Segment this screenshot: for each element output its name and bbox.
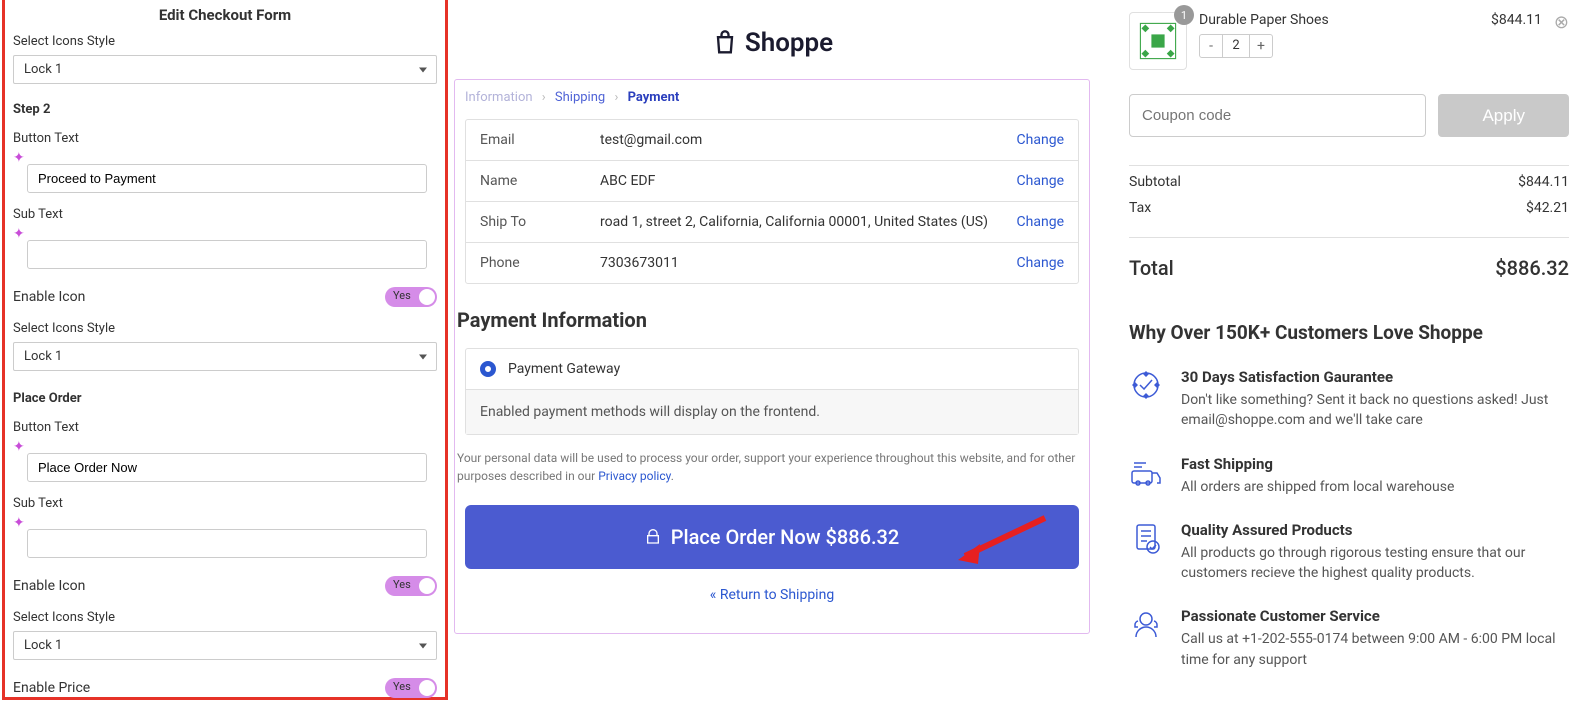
cart-panel: 1 Durable Paper Shoes - 2 + $844.11 ⊗ Ap… xyxy=(1129,12,1569,670)
coupon-input[interactable] xyxy=(1129,94,1426,137)
enable-icon-toggle[interactable]: Yes xyxy=(385,287,437,307)
benefit-heading: 30 Days Satisfaction Gaurantee xyxy=(1181,368,1569,386)
enable-icon-label: Enable Icon xyxy=(13,289,85,305)
benefit-icon xyxy=(1129,607,1163,645)
sparkle-icon: ✦ xyxy=(13,439,25,455)
benefit-item: Passionate Customer Service Call us at +1… xyxy=(1129,607,1569,670)
chevron-down-icon xyxy=(419,643,427,648)
bc-information[interactable]: Information xyxy=(465,90,533,105)
select-value: Lock 1 xyxy=(13,342,437,371)
sparkle-icon: ✦ xyxy=(13,150,25,166)
cart-item-name: Durable Paper Shoes xyxy=(1199,12,1479,28)
sub-text-label-2: Sub Text xyxy=(13,496,437,511)
button-text-label: Button Text xyxy=(13,131,437,146)
privacy-link[interactable]: Privacy policy xyxy=(598,469,671,483)
select-icons-label: Select Icons Style xyxy=(13,34,437,49)
qty-plus-button[interactable]: + xyxy=(1250,35,1272,57)
enable-price-label: Enable Price xyxy=(13,680,90,696)
benefit-heading: Quality Assured Products xyxy=(1181,521,1569,539)
summary-row-name: Name ABC EDF Change xyxy=(466,161,1078,202)
cart-item-price: $844.11 xyxy=(1491,12,1542,28)
select-icons-3[interactable]: Lock 1 xyxy=(13,631,437,660)
payment-heading: Payment Information xyxy=(457,308,1089,332)
apply-coupon-button[interactable]: Apply xyxy=(1438,94,1569,137)
place-button-text-input[interactable] xyxy=(27,453,427,482)
subtotal-value: $844.11 xyxy=(1518,174,1569,190)
remove-item-button[interactable]: ⊗ xyxy=(1554,12,1569,33)
brand-logo: Shoppe xyxy=(452,0,1092,79)
bc-shipping[interactable]: Shipping xyxy=(555,90,605,105)
enable-price-toggle[interactable]: Yes xyxy=(385,678,437,698)
step-2-label: Step 2 xyxy=(13,102,437,117)
edit-checkout-panel: Edit Checkout Form Select Icons Style Lo… xyxy=(2,0,448,700)
qty-badge: 1 xyxy=(1174,5,1194,25)
subtotal-label: Subtotal xyxy=(1129,174,1181,190)
chevron-down-icon xyxy=(419,67,427,72)
benefit-desc: All orders are shipped from local wareho… xyxy=(1181,477,1454,497)
qty-stepper: - 2 + xyxy=(1199,34,1273,58)
summary-table: Email test@gmail.com Change Name ABC EDF… xyxy=(465,119,1079,284)
select-value: Lock 1 xyxy=(13,55,437,84)
select-icons-2[interactable]: Lock 1 xyxy=(13,342,437,371)
change-ship[interactable]: Change xyxy=(1017,214,1064,230)
summary-row-ship: Ship To road 1, street 2, California, Ca… xyxy=(466,202,1078,243)
chevron-right-icon: › xyxy=(536,90,552,105)
select-icons-1[interactable]: Lock 1 xyxy=(13,55,437,84)
tax-value: $42.21 xyxy=(1526,200,1569,216)
payment-gateway-box: Payment Gateway Enabled payment methods … xyxy=(465,348,1079,435)
benefit-icon xyxy=(1129,455,1163,493)
sparkle-icon: ✦ xyxy=(13,515,25,531)
chevron-right-icon: › xyxy=(608,90,624,105)
privacy-text: Your personal data will be used to proce… xyxy=(455,435,1089,485)
benefit-desc: All products go through rigorous testing… xyxy=(1181,543,1569,584)
place-order-button[interactable]: Place Order Now $886.32 xyxy=(465,505,1079,569)
gateway-note: Enabled payment methods will display on … xyxy=(466,390,1078,434)
cart-item: 1 Durable Paper Shoes - 2 + $844.11 ⊗ xyxy=(1129,12,1569,70)
benefit-item: 30 Days Satisfaction Gaurantee Don't like… xyxy=(1129,368,1569,431)
why-love-heading: Why Over 150K+ Customers Love Shoppe xyxy=(1129,321,1569,344)
tax-label: Tax xyxy=(1129,200,1151,216)
sub-text-label: Sub Text xyxy=(13,207,437,222)
change-phone[interactable]: Change xyxy=(1017,255,1064,271)
benefit-item: Quality Assured Products All products go … xyxy=(1129,521,1569,584)
place-sub-text-input[interactable] xyxy=(27,529,427,558)
gateway-option[interactable]: Payment Gateway xyxy=(466,349,1078,390)
summary-row-email: Email test@gmail.com Change xyxy=(466,120,1078,161)
radio-icon xyxy=(480,361,496,377)
summary-row-phone: Phone 7303673011 Change xyxy=(466,243,1078,283)
button-text-label-2: Button Text xyxy=(13,420,437,435)
change-email[interactable]: Change xyxy=(1017,132,1064,148)
enable-icon-toggle-2[interactable]: Yes xyxy=(385,576,437,596)
breadcrumb: Information › Shipping › Payment xyxy=(455,80,1089,119)
chevron-down-icon xyxy=(419,354,427,359)
benefit-desc: Call us at +1-202-555-0174 between 9:00 … xyxy=(1181,629,1569,670)
lock-icon xyxy=(645,528,661,546)
qty-minus-button[interactable]: - xyxy=(1200,35,1222,57)
product-thumbnail: 1 xyxy=(1129,12,1187,70)
return-to-shipping-link[interactable]: « Return to Shipping xyxy=(455,587,1089,603)
benefit-icon xyxy=(1129,521,1163,559)
place-order-section-label: Place Order xyxy=(13,391,437,406)
benefit-heading: Fast Shipping xyxy=(1181,455,1454,473)
enable-icon-label-2: Enable Icon xyxy=(13,578,85,594)
bc-payment[interactable]: Payment xyxy=(628,90,680,105)
step2-sub-text-input[interactable] xyxy=(27,240,427,269)
benefit-desc: Don't like something? Sent it back no qu… xyxy=(1181,390,1569,431)
total-label: Total xyxy=(1129,256,1174,280)
total-value: $886.32 xyxy=(1495,256,1569,280)
checkout-preview: Shoppe Information › Shipping › Payment … xyxy=(452,0,1092,702)
bag-icon xyxy=(711,29,739,57)
benefit-heading: Passionate Customer Service xyxy=(1181,607,1569,625)
benefit-item: Fast Shipping All orders are shipped from… xyxy=(1129,455,1569,497)
checkout-box: Information › Shipping › Payment Email t… xyxy=(454,79,1090,634)
benefit-icon xyxy=(1129,368,1163,406)
select-icons-label-2: Select Icons Style xyxy=(13,321,437,336)
select-icons-label-3: Select Icons Style xyxy=(13,610,437,625)
sparkle-icon: ✦ xyxy=(13,226,25,242)
change-name[interactable]: Change xyxy=(1017,173,1064,189)
select-value: Lock 1 xyxy=(13,631,437,660)
qty-value: 2 xyxy=(1222,35,1250,57)
step2-button-text-input[interactable] xyxy=(27,164,427,193)
edit-title: Edit Checkout Form xyxy=(5,0,445,30)
